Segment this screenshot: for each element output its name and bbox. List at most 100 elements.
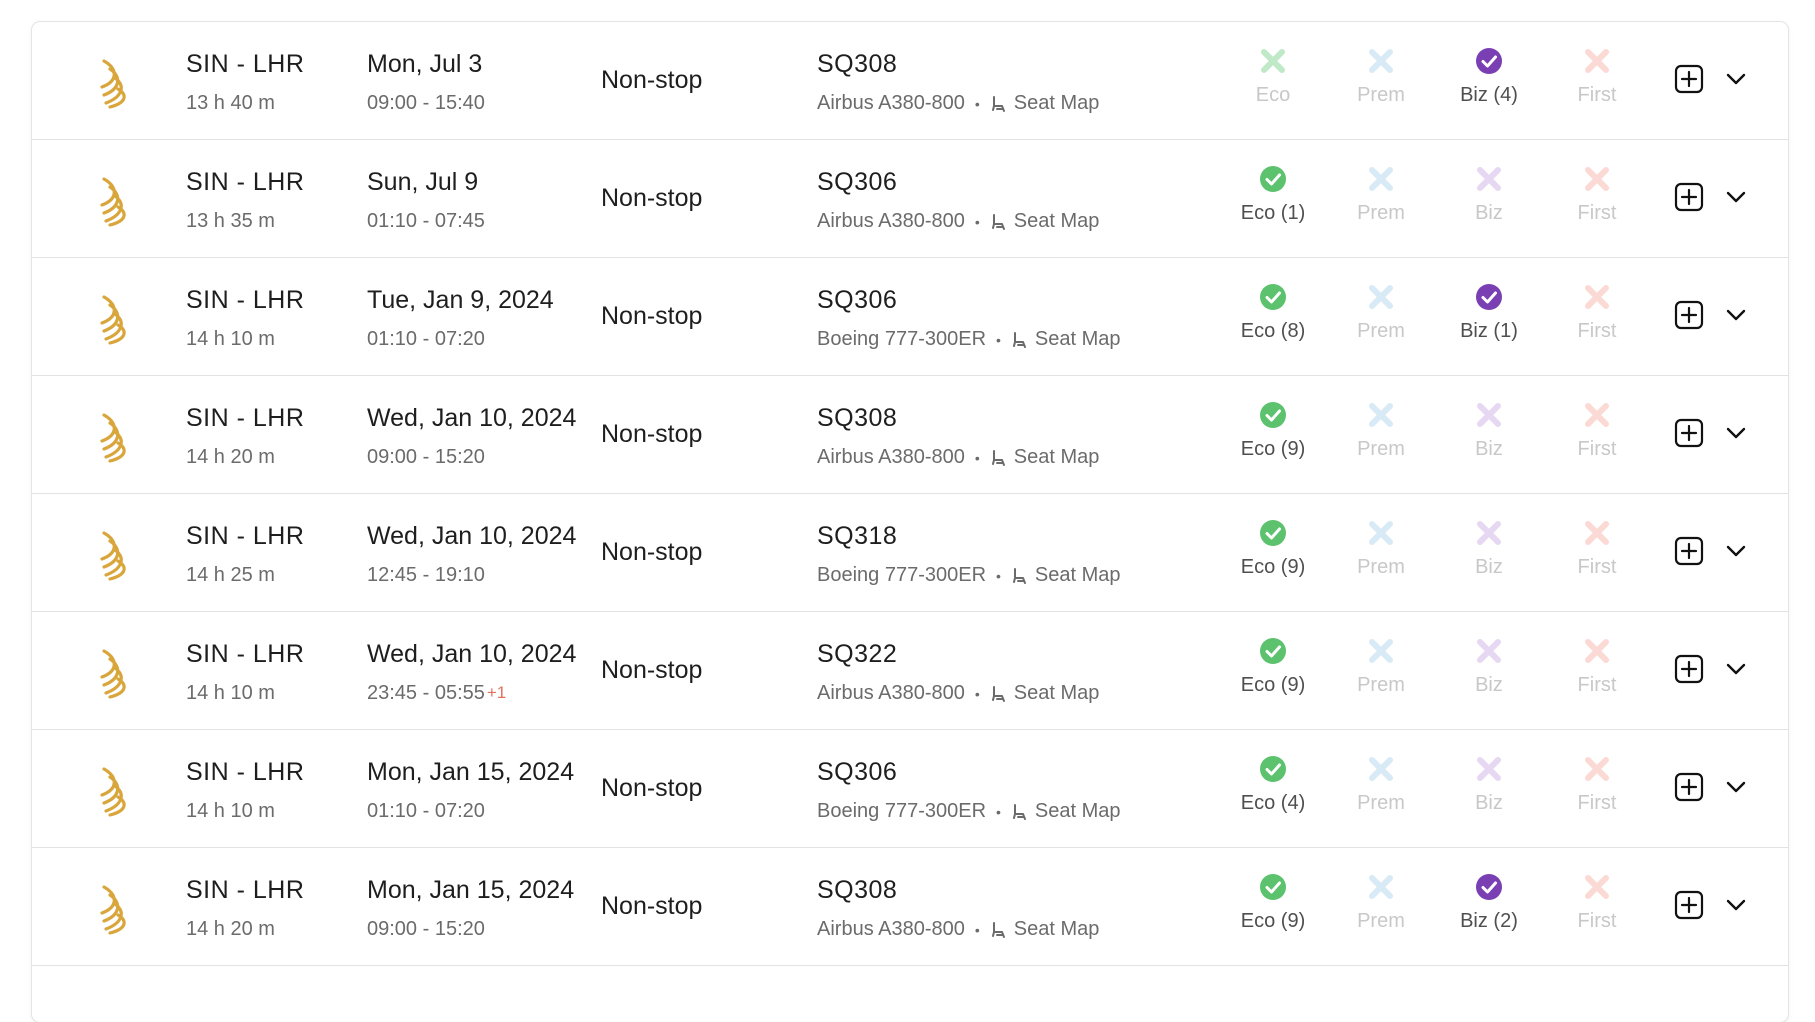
singapore-airlines-logo	[100, 767, 126, 817]
cabin-biz-label: Biz	[1475, 556, 1503, 578]
add-flight-button[interactable]	[1673, 653, 1705, 685]
flight-times: 23:45 - 05:55 +1	[367, 682, 506, 705]
expand-details-button[interactable]	[1724, 67, 1748, 91]
cabin-prem[interactable]: Prem	[1326, 872, 1436, 933]
seat-icon	[991, 213, 1005, 230]
expand-details-button[interactable]	[1724, 421, 1748, 445]
aircraft-info: Airbus A380-800 • Seat Map	[817, 92, 1099, 115]
time-range: 23:45 - 05:55	[367, 682, 485, 704]
cabin-prem[interactable]: Prem	[1326, 518, 1436, 579]
check-circle-icon	[1260, 874, 1286, 900]
x-icon	[1369, 639, 1393, 663]
seat-map-link[interactable]: Seat Map	[990, 446, 1099, 469]
cabin-prem[interactable]: Prem	[1326, 164, 1436, 225]
flight-row[interactable]: SIN - LHR 14 h 10 m Mon, Jan 15, 2024 01:10…	[32, 730, 1788, 848]
separator-dot: •	[996, 567, 1001, 584]
time-range: 12:45 - 19:10	[367, 564, 485, 586]
expand-details-button[interactable]	[1724, 775, 1748, 799]
cabin-eco[interactable]: Eco (1)	[1218, 164, 1328, 225]
cabin-biz[interactable]: Biz (1)	[1434, 282, 1544, 343]
flight-number: SQ308	[817, 876, 898, 904]
cabin-eco[interactable]: Eco (9)	[1218, 400, 1328, 461]
add-flight-button[interactable]	[1673, 889, 1705, 921]
cabin-prem[interactable]: Prem	[1326, 636, 1436, 697]
cabin-prem[interactable]: Prem	[1326, 282, 1436, 343]
stops: Non-stop	[601, 538, 703, 566]
flight-number: SQ306	[817, 758, 898, 786]
flight-row[interactable]: SIN - LHR 14 h 10 m Wed, Jan 10, 2024 23:45…	[32, 612, 1788, 730]
flight-duration: 14 h 10 m	[186, 328, 275, 350]
next-day-indicator: +1	[486, 683, 507, 702]
cabin-first[interactable]: First	[1542, 282, 1652, 343]
add-flight-button[interactable]	[1673, 299, 1705, 331]
cabin-biz[interactable]: Biz (2)	[1434, 872, 1544, 933]
cabin-first[interactable]: First	[1542, 164, 1652, 225]
singapore-airlines-logo	[100, 885, 126, 935]
cabin-biz[interactable]: Biz (4)	[1434, 46, 1544, 107]
check-circle-icon	[1260, 402, 1286, 428]
expand-details-button[interactable]	[1724, 185, 1748, 209]
cabin-biz[interactable]: Biz	[1434, 518, 1544, 579]
cabin-eco[interactable]: Eco	[1218, 46, 1328, 107]
expand-details-button[interactable]	[1724, 539, 1748, 563]
seat-map-link[interactable]: Seat Map	[990, 210, 1099, 233]
seat-map-link[interactable]: Seat Map	[990, 92, 1099, 115]
seat-map-link[interactable]: Seat Map	[1011, 564, 1121, 587]
flight-row[interactable]: SIN - LHR 14 h 25 m Wed, Jan 10, 2024 12:45…	[32, 494, 1788, 612]
flight-duration: 13 h 40 m	[186, 92, 275, 114]
cabin-biz[interactable]: Biz	[1434, 754, 1544, 815]
time-range: 09:00 - 15:20	[367, 446, 485, 468]
cabin-first[interactable]: First	[1542, 636, 1652, 697]
flight-row[interactable]: SIN - LHR 14 h 10 m Tue, Jan 9, 2024 01:10 …	[32, 258, 1788, 376]
cabin-eco[interactable]: Eco (8)	[1218, 282, 1328, 343]
flight-times: 01:10 - 07:20	[367, 800, 487, 823]
seat-icon	[991, 685, 1005, 702]
cabin-prem[interactable]: Prem	[1326, 754, 1436, 815]
cabin-biz[interactable]: Biz	[1434, 400, 1544, 461]
cabin-biz[interactable]: Biz	[1434, 636, 1544, 697]
aircraft-type: Airbus A380-800	[817, 446, 965, 468]
expand-details-button[interactable]	[1724, 657, 1748, 681]
add-flight-button[interactable]	[1673, 417, 1705, 449]
add-flight-button[interactable]	[1673, 63, 1705, 95]
cabin-prem[interactable]: Prem	[1326, 400, 1436, 461]
departure-date: Wed, Jan 10, 2024	[367, 640, 577, 668]
add-flight-button[interactable]	[1673, 181, 1705, 213]
cabin-prem-label: Prem	[1357, 910, 1405, 932]
separator-dot: •	[974, 685, 980, 702]
cabin-first[interactable]: First	[1542, 872, 1652, 933]
expand-details-button[interactable]	[1724, 303, 1748, 327]
cabin-eco[interactable]: Eco (9)	[1218, 518, 1328, 579]
flight-row[interactable]: SIN - LHR 13 h 40 m Mon, Jul 3 09:00 - 15:4…	[32, 22, 1788, 140]
singapore-airlines-logo	[100, 295, 126, 345]
flight-row[interactable]: SIN - LHR 14 h 20 m Mon, Jan 15, 2024 09:00…	[32, 848, 1788, 966]
cabin-biz[interactable]: Biz	[1434, 164, 1544, 225]
cabin-first-label: First	[1577, 910, 1617, 932]
cabin-prem-label: Prem	[1357, 556, 1405, 578]
flight-number: SQ308	[817, 404, 898, 432]
add-flight-button[interactable]	[1673, 771, 1705, 803]
cabin-biz-label: Biz (1)	[1460, 320, 1518, 342]
seat-map-link[interactable]: Seat Map	[990, 918, 1099, 941]
cabin-eco[interactable]: Eco (9)	[1218, 872, 1328, 933]
cabin-eco-label: Eco (1)	[1240, 202, 1306, 224]
flight-row[interactable]: SIN - LHR 13 h 35 m Sun, Jul 9 01:10 - 07:4…	[32, 140, 1788, 258]
seat-map-label: Seat Map	[1034, 800, 1121, 822]
seat-icon	[1012, 331, 1026, 348]
seat-map-link[interactable]: Seat Map	[1011, 328, 1121, 351]
cabin-prem[interactable]: Prem	[1326, 46, 1436, 107]
seat-map-link[interactable]: Seat Map	[1011, 800, 1121, 823]
flight-row[interactable]: SIN - LHR 14 h 20 m Wed, Jan 10, 2024 09:00…	[32, 376, 1788, 494]
cabin-eco[interactable]: Eco (9)	[1218, 636, 1328, 697]
cabin-first[interactable]: First	[1542, 754, 1652, 815]
stops: Non-stop	[601, 66, 703, 94]
seat-map-link[interactable]: Seat Map	[990, 682, 1099, 705]
expand-details-button[interactable]	[1724, 893, 1748, 917]
cabin-first[interactable]: First	[1542, 518, 1652, 579]
aircraft-info: Airbus A380-800 • Seat Map	[817, 918, 1099, 941]
add-flight-button[interactable]	[1673, 535, 1705, 567]
time-range: 01:10 - 07:45	[367, 210, 485, 232]
cabin-first[interactable]: First	[1542, 46, 1652, 107]
cabin-eco[interactable]: Eco (4)	[1218, 754, 1328, 815]
cabin-first[interactable]: First	[1542, 400, 1652, 461]
